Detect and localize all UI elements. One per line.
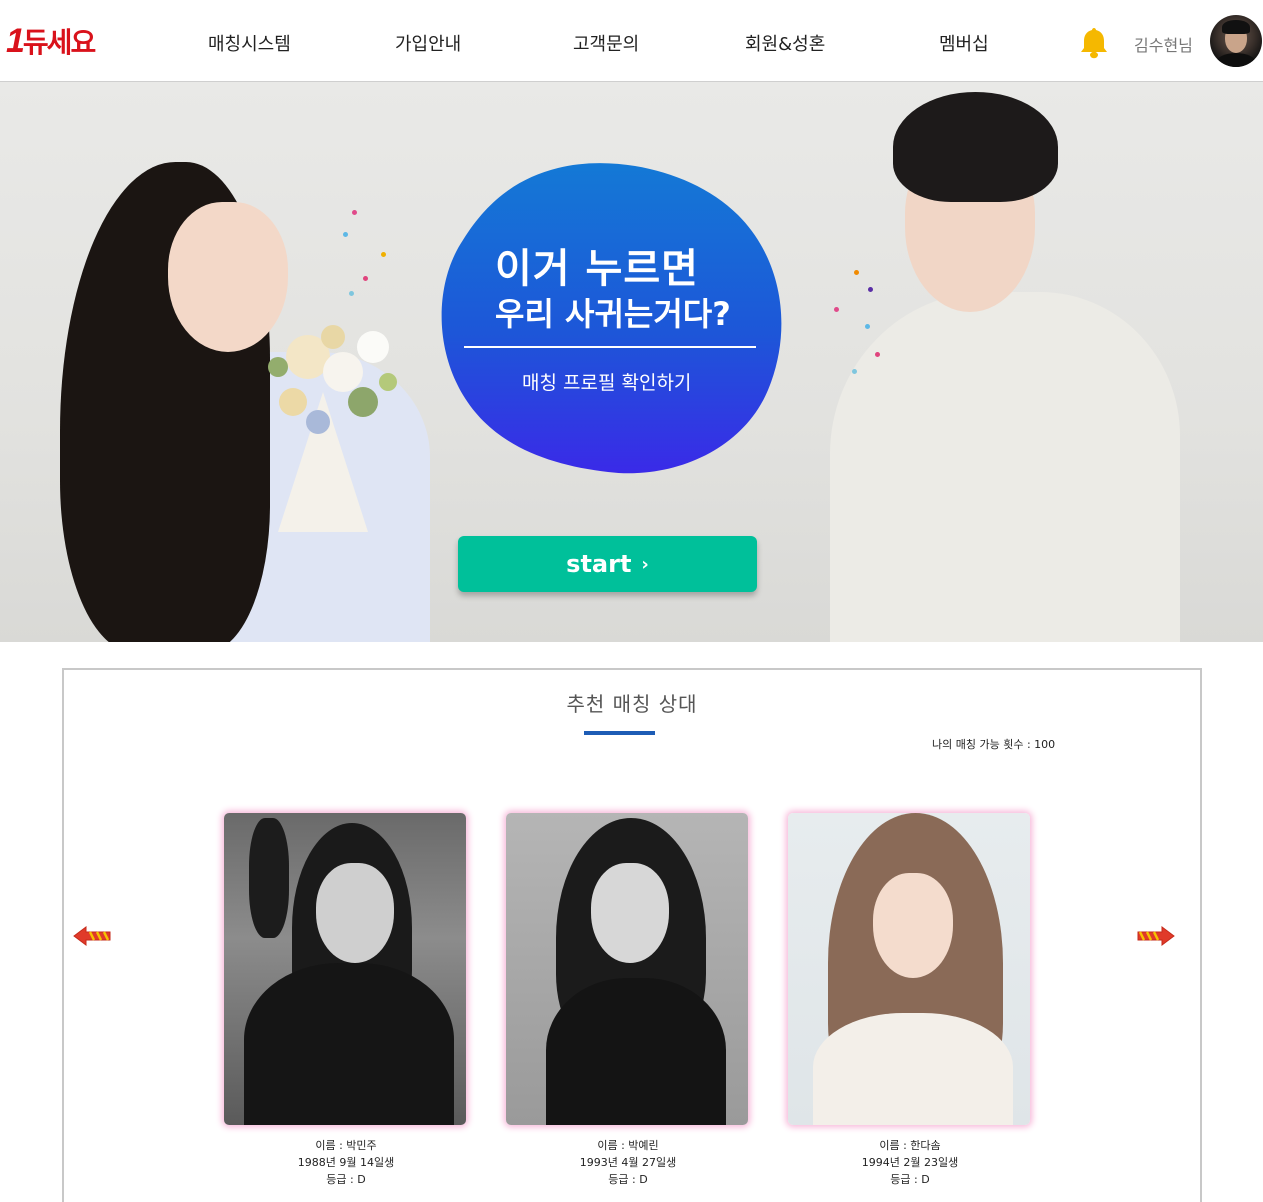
match-count-text: 나의 매칭 가능 횟수 : 100 <box>932 738 1056 751</box>
brand-logo[interactable]: 1 듀세요 <box>6 21 96 60</box>
sparkle-dot <box>349 291 354 296</box>
hero-divider <box>464 346 756 348</box>
view-matching-profile-link[interactable]: 매칭 프로필 확인하기 <box>522 368 691 395</box>
user-name[interactable]: 김수현님 <box>1134 32 1193 56</box>
nav-membership[interactable]: 멤버십 <box>939 30 989 56</box>
profile-info: 이름 : 박민주 1988년 9월 14일생 등급 : D <box>224 1137 468 1188</box>
start-button-label: start <box>566 550 632 578</box>
logo-text: 듀세요 <box>22 26 96 59</box>
sparkle-dot <box>865 324 870 329</box>
profile-grade: 등급 : D <box>890 1173 930 1186</box>
hero-man-hair <box>893 92 1058 202</box>
profile-card[interactable]: 이름 : 박민주 1988년 9월 14일생 등급 : D <box>224 813 468 1188</box>
profile-info: 이름 : 한다솜 1994년 2월 23일생 등급 : D <box>788 1137 1032 1188</box>
sparkle-dot <box>868 287 873 292</box>
arrow-right-icon[interactable] <box>1137 926 1175 946</box>
top-header: 1 듀세요 매칭시스템 가입안내 고객문의 회원&성혼 멤버십 김수현님 <box>0 0 1263 82</box>
hero-headline-1: 이거 누르면 <box>495 246 699 292</box>
bell-icon[interactable] <box>1078 26 1110 60</box>
nav-customer-inquiry[interactable]: 고객문의 <box>573 30 639 56</box>
start-button[interactable]: start › <box>458 536 757 592</box>
sparkle-dot <box>875 352 880 357</box>
nav-matching-system[interactable]: 매칭시스템 <box>208 30 291 56</box>
sparkle-dot <box>343 232 348 237</box>
profile-info: 이름 : 박예린 1993년 4월 27일생 등급 : D <box>506 1137 750 1188</box>
bouquet-image <box>268 325 397 532</box>
profile-grade: 등급 : D <box>608 1173 648 1186</box>
profile-photo[interactable] <box>788 813 1030 1125</box>
profile-birth: 1993년 4월 27일생 <box>579 1156 677 1169</box>
profile-photo[interactable] <box>506 813 748 1125</box>
profile-photo[interactable] <box>224 813 466 1125</box>
section-title: 추천 매칭 상대 <box>566 692 698 716</box>
logo-number: 1 <box>6 21 25 60</box>
sparkle-dot <box>352 210 357 215</box>
nav-members-marriage[interactable]: 회원&성혼 <box>745 30 825 56</box>
profile-birth: 1994년 2월 23일생 <box>861 1156 959 1169</box>
sparkle-dot <box>852 369 857 374</box>
arrow-left-icon[interactable] <box>73 926 111 946</box>
recommended-matches-section: 추천 매칭 상대 나의 매칭 가능 횟수 : 100 이름 : 박민주 1988… <box>62 668 1202 1202</box>
profile-birth: 1988년 9월 14일생 <box>297 1156 395 1169</box>
nav-signup-guide[interactable]: 가입안내 <box>395 30 461 56</box>
profile-grade: 등급 : D <box>326 1173 366 1186</box>
hero-man-figure <box>830 292 1180 642</box>
sparkle-dot <box>363 276 368 281</box>
avatar[interactable] <box>1210 15 1262 67</box>
hero-banner: 이거 누르면 우리 사귀는거다? 매칭 프로필 확인하기 start › <box>0 82 1263 642</box>
chevron-right-icon: › <box>641 553 649 575</box>
profile-name: 이름 : 한다솜 <box>879 1139 941 1152</box>
hero-headline-2: 우리 사귀는거다? <box>495 295 731 333</box>
sparkle-dot <box>834 307 839 312</box>
profile-card[interactable]: 이름 : 박예린 1993년 4월 27일생 등급 : D <box>506 813 750 1188</box>
profile-name: 이름 : 박예린 <box>597 1139 659 1152</box>
title-underline <box>584 731 655 735</box>
profile-card[interactable]: 이름 : 한다솜 1994년 2월 23일생 등급 : D <box>788 813 1032 1188</box>
sparkle-dot <box>381 252 386 257</box>
sparkle-dot <box>854 270 859 275</box>
profile-name: 이름 : 박민주 <box>315 1139 377 1152</box>
